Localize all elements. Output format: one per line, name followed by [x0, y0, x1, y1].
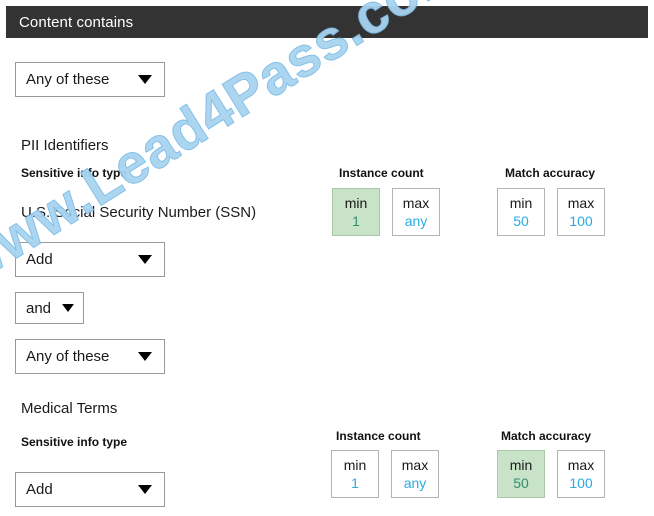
match-accuracy-max-box-pii[interactable]: max 100 — [557, 188, 605, 236]
chevron-down-icon — [138, 255, 152, 264]
match-accuracy-min-value-pii: 50 — [513, 213, 529, 229]
match-accuracy-min-box-pii[interactable]: min 50 — [497, 188, 545, 236]
chevron-down-icon — [138, 485, 152, 494]
group-subtitle-pii: Sensitive info type — [21, 166, 128, 180]
match-accuracy-max-label-medical: max — [567, 457, 595, 473]
page-title: Content contains — [19, 13, 134, 31]
instance-count-min-value-pii: 1 — [352, 213, 360, 229]
instance-count-max-box-medical[interactable]: max any — [391, 450, 439, 498]
add-dropdown-label-medical: Add — [26, 481, 53, 498]
instance-count-min-label-medical: min — [343, 457, 367, 473]
match-accuracy-min-label-pii: min — [509, 195, 533, 211]
instance-count-header-medical: Instance count — [336, 429, 421, 443]
chevron-down-icon — [138, 75, 152, 84]
add-sensitive-info-type-dropdown-pii[interactable]: Add — [15, 242, 165, 277]
match-accuracy-max-label-pii: max — [567, 195, 595, 211]
group-subtitle-medical: Sensitive info type — [21, 435, 128, 449]
match-accuracy-max-value-pii: 100 — [569, 213, 593, 229]
condition-operator-label-second: Any of these — [26, 348, 110, 365]
instance-count-header-pii: Instance count — [339, 166, 424, 180]
match-accuracy-max-box-medical[interactable]: max 100 — [557, 450, 605, 498]
condition-operator-dropdown-top[interactable]: Any of these — [15, 62, 165, 97]
instance-count-min-label-pii: min — [344, 195, 368, 211]
group-title-medical: Medical Terms — [21, 400, 118, 417]
content-contains-panel: Content contains Any of these PII Identi… — [0, 0, 654, 516]
add-dropdown-label-pii: Add — [26, 251, 53, 268]
add-sensitive-info-type-dropdown-medical[interactable]: Add — [15, 472, 165, 507]
instance-count-min-value-medical: 1 — [351, 475, 359, 491]
instance-count-max-label-medical: max — [401, 457, 429, 473]
group-joiner-label: and — [26, 299, 52, 317]
group-title-pii: PII Identifiers — [21, 137, 109, 154]
instance-count-min-box-medical[interactable]: min 1 — [331, 450, 379, 498]
panel-header: Content contains — [6, 6, 648, 38]
match-accuracy-max-value-medical: 100 — [569, 475, 593, 491]
instance-count-max-box-pii[interactable]: max any — [392, 188, 440, 236]
group-joiner-dropdown[interactable]: and — [15, 292, 84, 324]
match-accuracy-min-box-medical[interactable]: min 50 — [497, 450, 545, 498]
match-accuracy-min-label-medical: min — [509, 457, 533, 473]
match-accuracy-header-pii: Match accuracy — [505, 166, 596, 180]
instance-count-max-value-medical: any — [403, 475, 427, 491]
condition-operator-label-top: Any of these — [26, 71, 110, 88]
condition-operator-dropdown-second[interactable]: Any of these — [15, 339, 165, 374]
chevron-down-icon — [138, 352, 152, 361]
instance-count-max-value-pii: any — [404, 213, 428, 229]
instance-count-min-box-pii[interactable]: min 1 — [332, 188, 380, 236]
chevron-down-icon — [62, 304, 74, 312]
match-accuracy-header-medical: Match accuracy — [501, 429, 592, 443]
instance-count-max-label-pii: max — [402, 195, 430, 211]
match-accuracy-min-value-medical: 50 — [513, 475, 529, 491]
sensitive-info-type-name-ssn: U.S. Social Security Number (SSN) — [21, 204, 257, 221]
